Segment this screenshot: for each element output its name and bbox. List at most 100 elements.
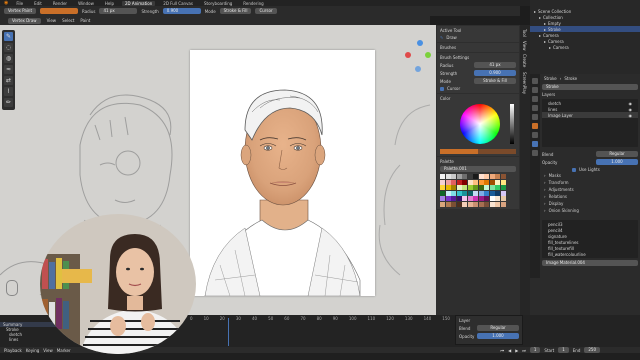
drawing-canvas[interactable] (190, 50, 375, 297)
tab-tool[interactable]: Tool (522, 29, 527, 37)
jump-end-icon[interactable]: ⏭ (522, 348, 526, 353)
palette-swatch[interactable] (451, 174, 456, 179)
brush-settings-title[interactable]: Brush Settings (440, 55, 516, 60)
layers-title[interactable]: Layers (542, 92, 638, 97)
use-lights-checkbox[interactable] (572, 167, 576, 172)
palette-swatch[interactable] (462, 185, 467, 190)
mode-selector[interactable]: Vertex Paint (4, 8, 37, 14)
tab-screenplay[interactable]: ScreenPlay (522, 72, 527, 94)
material-name-field[interactable]: Image Material.004 (542, 260, 638, 266)
menu-window[interactable]: Window (75, 1, 97, 6)
workspace-tab-2d-full-canvas[interactable]: 2D Full Canvas (160, 1, 196, 6)
cursor-checkbox[interactable] (440, 86, 444, 91)
palette-swatch[interactable] (478, 196, 484, 201)
palette-swatch[interactable] (495, 196, 500, 201)
palette-selector[interactable]: Palette.001 (440, 166, 516, 172)
palette-swatch[interactable] (473, 190, 478, 196)
palette-swatch[interactable] (467, 190, 473, 196)
palette-swatch[interactable] (495, 174, 500, 179)
palette-swatch[interactable] (473, 196, 478, 201)
palette-title[interactable]: Palette (440, 159, 516, 164)
palette-swatch[interactable] (489, 174, 495, 179)
panel-relations[interactable]: › Relations (542, 193, 638, 200)
draw-tool-icon[interactable]: ✎ (4, 32, 13, 41)
tab-view[interactable]: View (522, 41, 527, 51)
opacity-field[interactable]: 1.000 (596, 159, 638, 165)
palette-swatch[interactable] (500, 190, 506, 196)
scene-properties-icon[interactable] (532, 105, 538, 111)
palette-swatch[interactable] (440, 190, 445, 196)
average-tool-icon[interactable]: ◍ (4, 54, 13, 63)
breadcrumb-data[interactable]: Stroke (564, 76, 577, 81)
palette-swatch[interactable] (451, 190, 456, 196)
palette-swatch[interactable] (440, 174, 445, 179)
menu-edit[interactable]: Edit (31, 1, 45, 6)
palette-swatch[interactable] (445, 174, 451, 179)
list-item[interactable]: fill_watercolourline (542, 251, 638, 257)
palette-swatch[interactable] (500, 174, 506, 179)
world-properties-icon[interactable] (532, 114, 538, 120)
palette-swatch[interactable] (495, 185, 500, 190)
palette-swatch[interactable] (484, 190, 489, 196)
palette-swatch[interactable] (467, 201, 473, 207)
play-reverse-icon[interactable]: ◀ (508, 348, 511, 353)
playback-menu[interactable]: Playback (4, 348, 22, 353)
palette-swatch[interactable] (467, 196, 473, 201)
tool-properties-icon[interactable] (532, 78, 538, 84)
eyedropper-icon[interactable]: ⌇ (4, 87, 13, 96)
palette-swatch[interactable] (484, 196, 489, 201)
palette-swatch[interactable] (500, 201, 506, 207)
palette-swatch[interactable] (473, 174, 478, 179)
view-menu[interactable]: View (43, 348, 53, 353)
palette-swatch[interactable] (500, 179, 506, 185)
layer-opacity-field[interactable]: 1.000 (477, 333, 519, 339)
breadcrumb-object[interactable]: Stroke (544, 76, 557, 81)
radius-field[interactable]: 41 px (99, 8, 138, 14)
cursor-dropdown[interactable]: Cursor (255, 8, 277, 14)
palette-swatch[interactable] (445, 179, 451, 185)
workspace-tab-2d-animation[interactable]: 2D Animation (121, 0, 156, 6)
palette-swatch[interactable] (451, 179, 456, 185)
palette-swatch[interactable] (478, 201, 484, 207)
palette-swatch[interactable] (440, 185, 445, 190)
outliner-item[interactable]: ▸ Camera (530, 44, 640, 50)
palette-swatch[interactable] (456, 196, 462, 201)
palette-swatch[interactable] (473, 185, 478, 190)
palette-swatch[interactable] (451, 201, 456, 207)
palette-swatch[interactable] (462, 174, 467, 179)
palette-swatch[interactable] (495, 201, 500, 207)
panel-transform[interactable]: › Transform (542, 179, 638, 186)
play-icon[interactable]: ▶ (515, 348, 518, 353)
palette-swatch[interactable] (489, 196, 495, 201)
palette-swatch[interactable] (473, 179, 478, 185)
menu-paint[interactable]: Paint (80, 18, 90, 23)
menu-render[interactable]: Render (50, 1, 70, 6)
palette-swatch[interactable] (462, 196, 467, 201)
data-properties-icon[interactable] (532, 141, 538, 147)
render-properties-icon[interactable] (532, 87, 538, 93)
palette-swatch[interactable] (484, 174, 489, 179)
palette-swatch[interactable] (456, 179, 462, 185)
palette-swatch[interactable] (489, 185, 495, 190)
current-color-swatch[interactable] (440, 149, 516, 154)
palette-swatch[interactable] (489, 190, 495, 196)
menu-file[interactable]: File (13, 1, 26, 6)
palette-swatch[interactable] (495, 190, 500, 196)
palette-swatch[interactable] (473, 201, 478, 207)
menu-help[interactable]: Help (102, 1, 117, 6)
strength-field[interactable]: 0.900 (162, 8, 201, 14)
jump-start-icon[interactable]: ⏮ (501, 348, 505, 353)
palette-swatch[interactable] (451, 185, 456, 190)
palette-swatch[interactable] (467, 185, 473, 190)
palette-swatch[interactable] (500, 196, 506, 201)
palette-swatch[interactable] (484, 185, 489, 190)
mode-dropdown[interactable]: Stroke & Fill (219, 8, 252, 14)
palette-swatch[interactable] (456, 185, 462, 190)
strength-field[interactable]: 0.900 (474, 70, 516, 76)
playhead[interactable] (228, 318, 229, 346)
brush-preview[interactable] (40, 8, 79, 14)
palette-swatch[interactable] (467, 179, 473, 185)
radius-field[interactable]: 41 px (474, 62, 516, 68)
palette-swatch[interactable] (478, 185, 484, 190)
keying-menu[interactable]: Keying (26, 348, 39, 353)
